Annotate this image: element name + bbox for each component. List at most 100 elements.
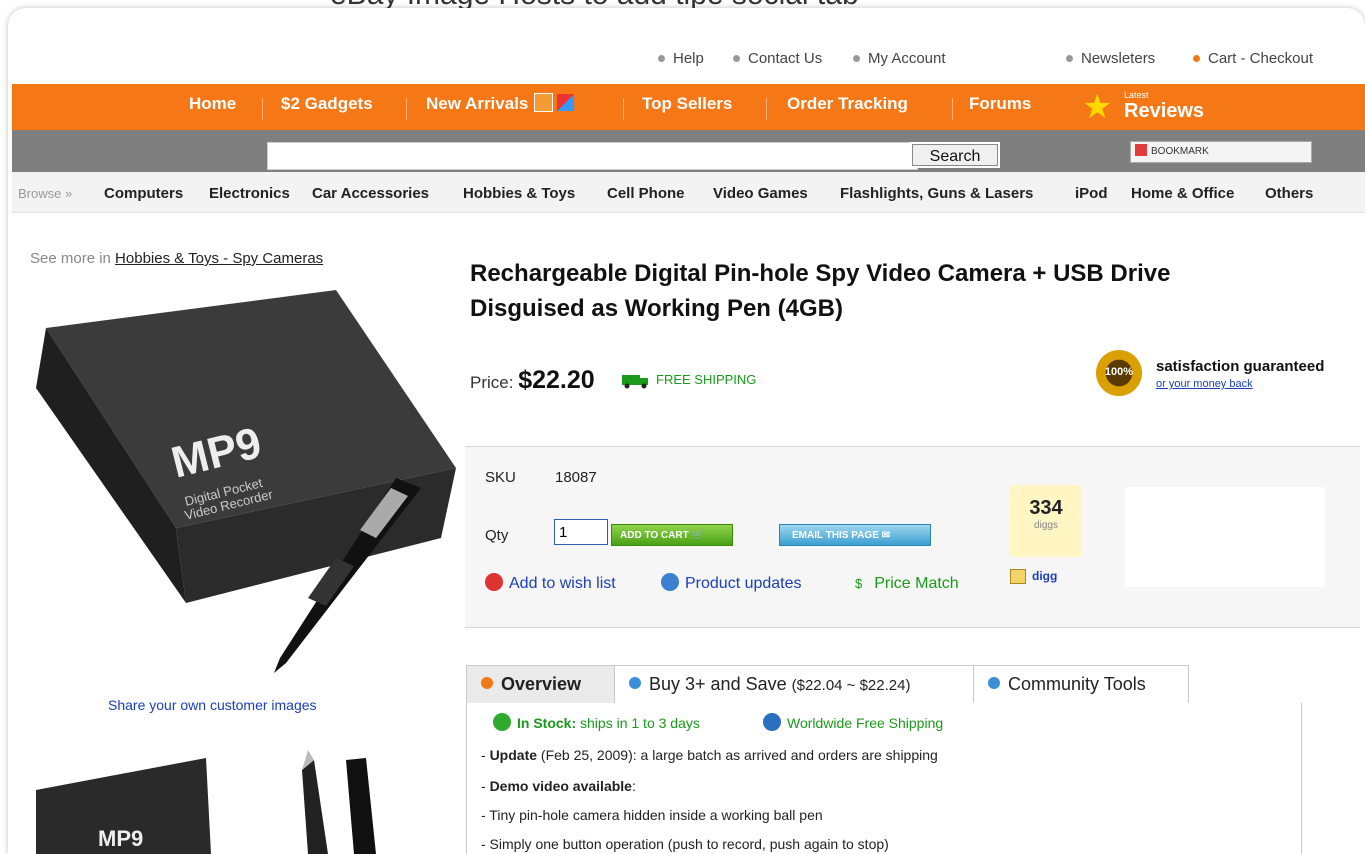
globe-icon [763,713,781,732]
nav-separator [623,98,624,120]
nav-2-gadgets[interactable]: $2 Gadgets [281,94,373,114]
product-updates-link[interactable]: Product updates [661,573,802,593]
tab-buy3[interactable]: Buy 3+ and Save ($22.04 ~ $22.24) [614,665,974,703]
updates-label: Product updates [685,575,802,593]
cart-label: Cart - Checkout [1208,50,1314,67]
rss-icon[interactable] [534,93,554,113]
in-stock: In Stock: ships in 1 to 3 days [493,713,700,733]
check-icon [493,713,511,732]
bookmark-button[interactable]: BOOKMARK [1130,141,1312,163]
diggs-label: diggs [1034,520,1058,531]
wishlist-link[interactable]: Add to wish list [485,573,616,593]
price-value: $22.20 [518,366,595,394]
demo-bold: Demo video available [489,778,632,794]
feed-icon[interactable] [557,94,575,112]
search-bar: Search BOOKMARK [12,130,1365,172]
tab-buy3-label: Buy 3+ and Save [649,674,787,694]
thumb-brand: MP9 [98,826,143,851]
nav-top-sellers[interactable]: Top Sellers [642,94,732,114]
digg-button[interactable]: digg [1010,569,1058,585]
category-others[interactable]: Others [1265,185,1313,202]
nav-new-arrivals[interactable]: New Arrivals [426,93,575,114]
search-button[interactable]: Search [910,142,1000,168]
price-match-label: Price Match [874,575,959,592]
email-page-label: EMAIL THIS PAGE [792,530,879,541]
see-more: See more in Hobbies & Toys - Spy Cameras [30,250,323,267]
search-input[interactable] [267,142,918,170]
worldwide-shipping: Worldwide Free Shipping [763,713,943,733]
bullet-2: - Simply one button operation (push to r… [481,836,889,852]
digg-count: 334 [1029,497,1063,519]
guarantee-text: satisfaction guaranteed [1156,358,1325,375]
category-home-office[interactable]: Home & Office [1131,185,1234,202]
help-label: Help [673,50,704,67]
guarantee-badge-icon: 100% [1096,350,1142,396]
account-label: My Account [868,50,946,67]
price-match-link[interactable]: $ Price Match [855,575,959,593]
star-icon: ★ [1082,88,1113,126]
browse-label: Browse » [18,186,73,201]
share-images-link[interactable]: Share your own customer images [108,697,317,713]
sku-label: SKU [485,469,516,486]
nav-separator [406,98,407,120]
newsletters-label: Newsleters [1081,50,1156,67]
nav-order-tracking[interactable]: Order Tracking [787,94,908,114]
tab-community-tools[interactable]: Community Tools [973,665,1189,703]
nav-home[interactable]: Home [189,94,236,114]
category-video-games[interactable]: Video Games [713,185,808,202]
email-icon: ✉ [881,530,891,541]
category-electronics[interactable]: Electronics [209,185,290,202]
email-page-button[interactable]: EMAIL THIS PAGE ✉ [779,524,931,546]
guarantee-badge-label: 100% [1104,366,1134,378]
truck-icon [622,374,648,389]
price-label: Price: [470,373,514,392]
category-hobbies-toys[interactable]: Hobbies & Toys [463,185,575,202]
quantity-input[interactable] [554,519,608,545]
account-link[interactable]: My Account [853,50,946,67]
product-tabs: Overview Buy 3+ and Save ($22.04 ~ $22.2… [466,665,1296,703]
category-flashlights[interactable]: Flashlights, Guns & Lasers [840,185,1033,202]
nav-forums[interactable]: Forums [969,94,1031,114]
free-shipping: FREE SHIPPING [622,372,756,389]
chevron-down-icon [481,677,493,690]
free-shipping-label: FREE SHIPPING [656,372,757,387]
bullet-icon [853,54,860,62]
info-icon [661,573,679,591]
bookmark-icon [1135,144,1147,157]
chevron-down-icon [629,677,641,690]
product-title-line1: Rechargeable Digital Pin-hole Spy Video … [470,260,1171,287]
help-link[interactable]: Help [658,50,704,67]
category-car-accessories[interactable]: Car Accessories [312,185,429,202]
cart-icon: 🛒 [691,530,704,541]
nav-separator [766,98,767,120]
contact-label: Contact Us [748,50,823,67]
chevron-down-icon [988,677,1000,690]
contact-link[interactable]: Contact Us [733,50,822,67]
product-image[interactable]: MP9 Digital Pocket Video Recorder [36,288,456,688]
money-back-link[interactable]: or your money back [1156,378,1253,390]
product-thumbnail[interactable]: MP9 [36,750,436,854]
nav-reviews[interactable]: Reviews [1124,100,1204,123]
digg-button-label: digg [1032,569,1058,583]
heart-icon [485,573,503,591]
tab-overview[interactable]: Overview [466,665,616,703]
digg-counter: 334 diggs [1010,485,1082,557]
overview-content: In Stock: ships in 1 to 3 days Worldwide… [466,703,1302,854]
blank-panel [1125,487,1325,587]
add-to-cart-label: ADD TO CART [620,530,689,541]
demo-line: - Demo video available: [481,778,636,794]
category-cell-phone[interactable]: Cell Phone [607,185,685,202]
cart-checkout-link[interactable]: Cart - Checkout [1193,50,1313,67]
add-to-cart-button[interactable]: ADD TO CART 🛒 [611,524,733,546]
update-bold: Update [489,747,538,763]
price: Price: $22.20 [470,366,595,395]
newsletters-link[interactable]: Newsleters [1066,50,1155,67]
in-stock-label: In Stock: [517,715,577,731]
bookmark-label: BOOKMARK [1151,146,1209,157]
bullet-1: - Tiny pin-hole camera hidden inside a w… [481,807,823,823]
see-more-link[interactable]: Hobbies & Toys - Spy Cameras [115,250,323,267]
product-title: Rechargeable Digital Pin-hole Spy Video … [470,256,1320,326]
category-computers[interactable]: Computers [104,185,183,202]
category-ipod[interactable]: iPod [1075,185,1108,202]
bullet-icon [733,54,740,62]
